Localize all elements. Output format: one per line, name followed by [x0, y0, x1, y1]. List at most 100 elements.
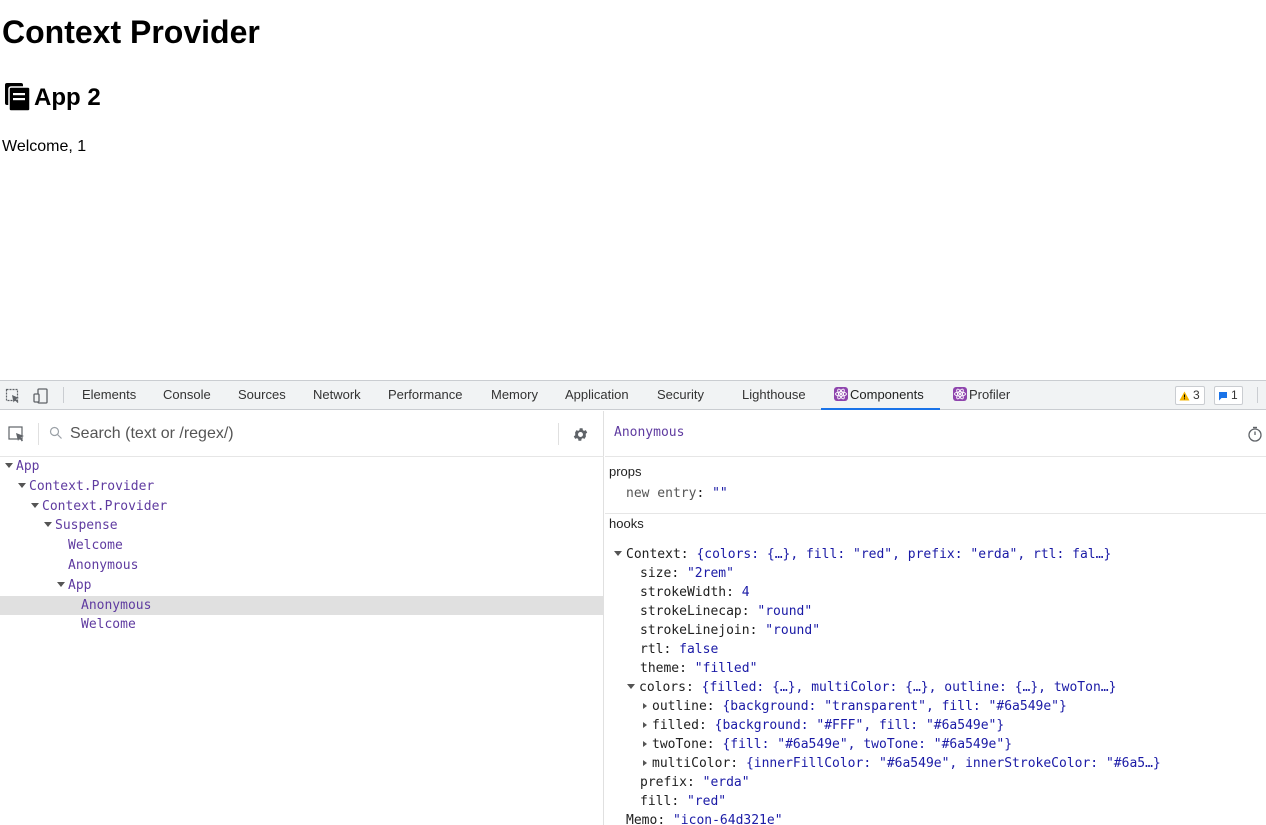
- tree-row[interactable]: Suspense: [0, 516, 604, 536]
- component-tree-pane: App Context.Provider Context.Provider Suspe…: [0, 411, 604, 825]
- expand-caret-icon[interactable]: [643, 703, 647, 709]
- device-toggle-icon[interactable]: [31, 386, 51, 406]
- hook-memo-row[interactable]: Memo: "icon-64d321e": [626, 811, 783, 825]
- search-input[interactable]: [70, 422, 540, 446]
- warnings-badge[interactable]: 3: [1175, 386, 1205, 405]
- expand-caret-icon[interactable]: [44, 522, 52, 528]
- tab-performance[interactable]: Performance: [388, 381, 462, 410]
- hook-context-row[interactable]: Context: {colors: {…}, fill: "red", pref…: [614, 545, 1111, 564]
- tree-row[interactable]: Anonymous: [0, 595, 604, 616]
- devtools-tabbar: Elements Console Sources Network Perform…: [0, 380, 1266, 410]
- hook-prefix-row[interactable]: prefix: "erda": [640, 773, 750, 792]
- tree-row-label: App: [68, 577, 92, 593]
- tab-network[interactable]: Network: [313, 381, 361, 410]
- stopwatch-icon[interactable]: [1247, 426, 1263, 442]
- tree-row-label: Anonymous: [68, 557, 139, 573]
- hooks-section-title: hooks: [609, 516, 644, 531]
- warning-icon: [1179, 391, 1190, 400]
- hook-value: "2rem": [686, 566, 734, 581]
- hook-field-row[interactable]: strokeWidth: 4: [640, 583, 750, 602]
- inspected-header: Anonymous: [605, 411, 1266, 457]
- hook-value: "round": [765, 623, 821, 638]
- hook-key: strokeLinejoin: [640, 623, 750, 638]
- expand-caret-icon[interactable]: [57, 581, 65, 587]
- color-entry-row[interactable]: multiColor: {innerFillColor: "#6a549e", …: [643, 754, 1161, 773]
- expand-caret-icon[interactable]: [18, 482, 26, 488]
- hook-value: "red": [686, 794, 727, 809]
- tab-profiler[interactable]: Profiler: [953, 381, 1010, 410]
- search-icon: [49, 426, 63, 440]
- tree-row-label: Anonymous: [81, 597, 152, 613]
- tree-row[interactable]: App: [0, 576, 604, 596]
- hook-value: {innerFillColor: "#6a549e", innerStrokeC…: [745, 756, 1161, 771]
- tree-row[interactable]: Context.Provider: [0, 497, 604, 517]
- expand-caret-icon[interactable]: [31, 502, 39, 508]
- collapse-caret-icon[interactable]: [614, 551, 622, 556]
- page-title: Context Provider: [2, 14, 260, 50]
- tab-console[interactable]: Console: [163, 381, 211, 410]
- tree-row[interactable]: App: [0, 457, 604, 477]
- search-row: [0, 411, 604, 457]
- hook-value: "filled": [694, 661, 758, 676]
- tree-row-label: Welcome: [68, 538, 123, 554]
- color-entry-row[interactable]: twoTone: {fill: "#6a549e", twoTone: "#6a…: [643, 735, 1012, 754]
- messages-badge[interactable]: 1: [1214, 386, 1243, 405]
- hook-value: {colors: {…}, fill: "red", prefix: "erda…: [696, 547, 1112, 562]
- hook-value: "icon-64d321e": [672, 813, 783, 825]
- tab-sources[interactable]: Sources: [238, 381, 286, 410]
- warnings-count: 3: [1193, 388, 1200, 402]
- collapse-caret-icon[interactable]: [627, 684, 635, 689]
- hook-key: Context: [626, 547, 681, 562]
- tab-lighthouse[interactable]: Lighthouse: [742, 381, 806, 410]
- app-heading-text: App 2: [34, 84, 101, 111]
- hook-key: strokeLinecap: [640, 604, 742, 619]
- tab-memory[interactable]: Memory: [491, 381, 538, 410]
- tree-row-label: Context.Provider: [29, 478, 155, 494]
- tree-row[interactable]: Anonymous: [0, 556, 604, 576]
- color-entry-row[interactable]: outline: {background: "transparent", fil…: [643, 697, 1067, 716]
- tab-components[interactable]: Components: [821, 381, 940, 410]
- hook-colors-row[interactable]: colors: {filled: {…}, multiColor: {…}, o…: [627, 678, 1116, 697]
- hook-key: Memo: [626, 813, 658, 825]
- prop-row[interactable]: new entry: "": [626, 484, 728, 503]
- tree-row-label: App: [16, 459, 40, 474]
- hook-fill-row[interactable]: fill: "red": [640, 792, 726, 811]
- welcome-text: Welcome, 1: [2, 138, 87, 155]
- hook-key: theme: [640, 661, 680, 676]
- expand-caret-icon[interactable]: [643, 760, 647, 766]
- tab-application[interactable]: Application: [565, 381, 629, 410]
- hook-field-row[interactable]: strokeLinejoin: "round": [640, 621, 820, 640]
- search-divider: [558, 423, 559, 445]
- hook-key: colors: [639, 680, 686, 695]
- hook-key: filled: [652, 718, 699, 733]
- tab-elements[interactable]: Elements: [82, 381, 136, 410]
- expand-caret-icon[interactable]: [5, 463, 13, 468]
- hook-value: {background: "transparent", fill: "#6a54…: [722, 699, 1067, 714]
- section-divider: [605, 513, 1266, 514]
- select-component-icon[interactable]: [7, 424, 27, 444]
- hook-field-row[interactable]: strokeLinecap: "round": [640, 602, 812, 621]
- toolbar-divider: [63, 387, 64, 403]
- hook-key: prefix: [640, 775, 687, 790]
- tab-profiler-label: Profiler: [969, 387, 1011, 402]
- prop-value: "": [712, 486, 728, 501]
- hook-field-row[interactable]: size: "2rem": [640, 564, 734, 583]
- gear-icon[interactable]: [572, 426, 589, 443]
- inspect-element-icon[interactable]: [3, 386, 23, 406]
- hook-field-row[interactable]: theme: "filled": [640, 659, 757, 678]
- expand-caret-icon[interactable]: [643, 741, 647, 747]
- tree-row[interactable]: Context.Provider: [0, 477, 604, 497]
- tree-row[interactable]: Welcome: [0, 615, 604, 635]
- tree-row[interactable]: Welcome: [0, 536, 604, 556]
- hook-field-row[interactable]: rtl: false: [640, 640, 718, 659]
- react-icon: [953, 387, 967, 401]
- component-tree: App Context.Provider Context.Provider Suspe…: [0, 457, 604, 635]
- hook-key: size: [640, 566, 672, 581]
- hook-value: "erda": [702, 775, 750, 790]
- hook-value: {background: "#FFF", fill: "#6a549e"}: [714, 718, 1005, 733]
- expand-caret-icon[interactable]: [643, 722, 647, 728]
- hook-key: outline: [652, 699, 707, 714]
- color-entry-row[interactable]: filled: {background: "#FFF", fill: "#6a5…: [643, 716, 1004, 735]
- tab-security[interactable]: Security: [657, 381, 704, 410]
- message-icon: [1219, 391, 1227, 400]
